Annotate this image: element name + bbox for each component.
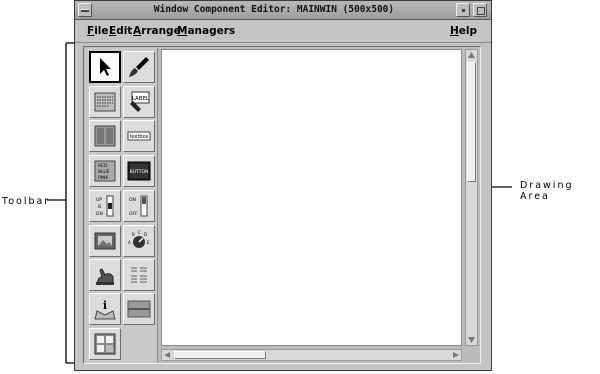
tool-info[interactable]: i bbox=[89, 293, 121, 325]
horizontal-scroll-thumb[interactable] bbox=[174, 351, 266, 359]
scale-icon: ON OFF bbox=[129, 195, 148, 217]
button-icon: BUTTON bbox=[127, 161, 151, 181]
tool-paint-brush[interactable] bbox=[123, 51, 155, 83]
window-title: Window Component Editor: MAINWIN (500x50… bbox=[153, 4, 395, 15]
svg-text:E: E bbox=[147, 240, 150, 245]
scroll-right-arrow-icon[interactable] bbox=[451, 351, 460, 359]
menu-arrange[interactable]: Arrange bbox=[133, 25, 181, 37]
tool-panel[interactable] bbox=[89, 120, 121, 152]
button-icon-text: BUTTON bbox=[130, 169, 149, 175]
menu-bar: File Edit Arrange Managers Help bbox=[75, 21, 491, 43]
svg-text:DN: DN bbox=[96, 211, 103, 217]
window-icon bbox=[94, 333, 116, 355]
hand-pointer-icon bbox=[96, 268, 114, 285]
menu-help[interactable]: Help bbox=[450, 25, 477, 37]
tool-text-field[interactable] bbox=[89, 86, 121, 118]
tool-option-toggle[interactable]: UP B DN bbox=[89, 190, 121, 222]
window-component-editor: Window Component Editor: MAINWIN (500x50… bbox=[74, 0, 492, 371]
info-icon: i bbox=[94, 299, 116, 320]
info-icon-text: i bbox=[103, 299, 107, 312]
svg-text:UP: UP bbox=[96, 197, 102, 203]
textbox-icon-text: textbox bbox=[130, 134, 149, 140]
menu-file[interactable]: File bbox=[87, 25, 109, 37]
maximize-button[interactable] bbox=[473, 3, 487, 17]
editor-body: LABEL textbox RED BLUE PINK BUTTON UP B DN O… bbox=[83, 46, 481, 364]
tool-list[interactable]: RED BLUE PINK bbox=[89, 155, 121, 187]
toolbar-annotation-label: Toolbar bbox=[2, 196, 51, 207]
svg-text:ON: ON bbox=[129, 197, 136, 203]
svg-text:D: D bbox=[144, 232, 147, 237]
minimize-button[interactable] bbox=[456, 3, 470, 17]
tool-window[interactable] bbox=[89, 328, 121, 360]
tool-picture[interactable] bbox=[89, 225, 121, 257]
option-toggle-icon: UPBDN bbox=[96, 195, 114, 217]
separator-icon bbox=[127, 300, 151, 318]
svg-text:B: B bbox=[98, 204, 101, 210]
horizontal-scrollbar[interactable] bbox=[161, 349, 462, 361]
tool-label[interactable]: LABEL bbox=[123, 86, 155, 118]
svg-text:PINK: PINK bbox=[98, 175, 109, 181]
tool-scale[interactable]: ON OFF bbox=[123, 190, 155, 222]
tool-hand-pointer[interactable] bbox=[89, 259, 121, 291]
tool-textbox[interactable]: textbox bbox=[123, 120, 155, 152]
grid-icon bbox=[129, 265, 149, 285]
svg-text:BLUE: BLUE bbox=[98, 169, 110, 175]
tool-separator[interactable] bbox=[123, 293, 155, 325]
svg-text:RED: RED bbox=[98, 163, 108, 169]
picture-icon bbox=[94, 232, 116, 250]
svg-text:OFF: OFF bbox=[129, 211, 138, 217]
window-menu-button[interactable] bbox=[78, 3, 92, 17]
tool-grid[interactable] bbox=[123, 259, 155, 291]
label-icon-text: LABEL bbox=[132, 96, 150, 102]
menu-managers[interactable]: Managers bbox=[177, 25, 235, 37]
list-icon: REDBLUEPINK bbox=[94, 160, 116, 182]
scroll-left-arrow-icon[interactable] bbox=[163, 351, 172, 359]
textbox-icon: textbox bbox=[127, 131, 151, 141]
paint-brush-icon bbox=[129, 57, 149, 77]
panel-icon bbox=[94, 125, 116, 147]
menu-edit[interactable]: Edit bbox=[109, 25, 132, 37]
dial-icon: B C D A E bbox=[128, 230, 150, 248]
text-field-icon bbox=[94, 92, 116, 112]
vertical-scroll-thumb[interactable] bbox=[467, 62, 476, 182]
scroll-up-arrow-icon[interactable] bbox=[467, 51, 476, 60]
pointer-icon bbox=[100, 58, 111, 76]
svg-text:A: A bbox=[128, 240, 131, 245]
drawing-area-annotation-label: Drawing Area bbox=[520, 180, 574, 202]
toolbar: LABEL textbox RED BLUE PINK BUTTON UP B DN O… bbox=[85, 48, 158, 363]
scroll-down-arrow-icon[interactable] bbox=[467, 335, 476, 344]
svg-text:B: B bbox=[132, 232, 135, 237]
label-icon: LABEL bbox=[130, 91, 150, 112]
title-bar[interactable]: Window Component Editor: MAINWIN (500x50… bbox=[75, 1, 491, 20]
svg-text:C: C bbox=[138, 230, 141, 235]
tool-pointer[interactable] bbox=[89, 51, 121, 83]
tool-button[interactable]: BUTTON bbox=[123, 155, 155, 187]
tool-dial[interactable]: BCD A E bbox=[123, 225, 155, 257]
drawing-area[interactable] bbox=[161, 49, 462, 346]
vertical-scrollbar[interactable] bbox=[465, 49, 478, 346]
